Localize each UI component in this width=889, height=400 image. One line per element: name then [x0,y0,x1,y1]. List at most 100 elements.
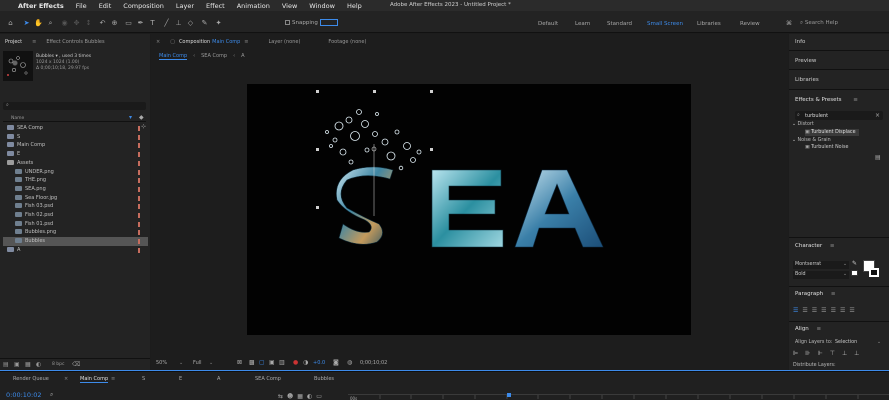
playhead[interactable] [507,393,511,397]
show-channel-icon[interactable]: ◍ [347,359,352,366]
fast-previews-icon[interactable]: ⊠ [237,359,242,366]
tab-layer[interactable]: Layer (none) [269,39,301,45]
zoom-dropdown[interactable]: 50% [156,360,167,366]
workspace-small-screen[interactable]: Small Screen [647,21,683,27]
workspace-standard[interactable]: Standard [607,21,632,27]
effect-group-distort[interactable]: ⌄ Distort [792,122,814,127]
roto-tool-icon[interactable]: ✎ [200,19,209,27]
menu-animation[interactable]: Animation [237,2,270,10]
preview-panel-header[interactable]: Preview [795,58,816,64]
tab-sea-comp[interactable]: SEA Comp [255,376,281,382]
align-vertical-centers-icon[interactable]: ⊥ [842,350,847,357]
info-panel-header[interactable]: Info [795,39,805,45]
frame-blending-icon[interactable]: ▦ [297,393,303,400]
trash-icon[interactable]: ⌫ [72,361,80,368]
stamp-tool-icon[interactable]: ⊥ [174,19,183,27]
align-center-icon[interactable]: ☰ [802,307,807,314]
character-panel-header[interactable]: Character ≡ [795,243,835,249]
snap-options-icon[interactable] [320,19,338,26]
column-name[interactable]: Name [11,116,24,121]
puppet-tool-icon[interactable]: ✦ [214,19,223,27]
tab-footage[interactable]: Footage (none) [328,39,366,45]
align-horizontal-centers-icon[interactable]: ⊪ [805,350,810,357]
label-color-swatch[interactable] [138,143,140,149]
label-color-swatch[interactable] [138,230,140,236]
label-color-swatch[interactable] [138,221,140,227]
label-color-swatch[interactable] [138,126,140,131]
tab-bubbles[interactable]: Bubbles [314,376,334,382]
align-left-icon[interactable]: ☰ [793,307,798,314]
tab-composition[interactable]: Composition [179,39,210,45]
menu-help[interactable]: Help [347,2,362,10]
paragraph-panel-menu-icon[interactable]: ≡ [831,291,836,297]
font-family-dropdown[interactable]: Montserrat ⌄ [793,261,849,269]
project-item[interactable]: Sea Floor.jpg [3,194,148,203]
resolution-chevron-icon[interactable]: ⌄ [209,360,213,366]
align-panel-header[interactable]: Align ≡ [795,326,821,332]
clear-search-icon[interactable]: × [875,112,880,119]
tab-composition-name[interactable]: Main Comp [212,39,240,45]
menu-layer[interactable]: Layer [176,2,194,10]
justify-right-icon[interactable]: ☰ [840,307,845,314]
bpc-label[interactable]: 8 bpc [52,362,64,367]
rotate-tool-icon[interactable]: ↶ [98,19,107,27]
align-left-edges-icon[interactable]: ⊫ [793,350,798,357]
menu-after-effects[interactable]: After Effects [18,2,64,10]
label-color-swatch[interactable] [138,160,140,166]
orbit-tool-icon[interactable]: ◉ [60,19,69,27]
align-top-edges-icon[interactable]: ⊤ [830,350,835,357]
grid-guides-icon[interactable]: ▣ [269,359,275,366]
menu-composition[interactable]: Composition [123,2,164,10]
menu-edit[interactable]: Edit [99,2,112,10]
justify-all-icon[interactable]: ☰ [849,307,854,314]
align-layers-to-dropdown[interactable]: Selection ⌄ [835,339,883,346]
project-item[interactable]: Bubbles.png [3,228,148,237]
align-right-edges-icon[interactable]: ⊩ [817,350,822,357]
motion-blur-icon[interactable]: ◐ [307,393,312,400]
viewer-timecode[interactable]: 0;00;10;02 [360,360,387,366]
tab-main-comp[interactable]: Main Comp [80,376,109,383]
sort-icon[interactable]: ▾ [129,114,132,121]
color-management-icon[interactable]: ● [293,359,298,366]
effects-panel-menu-icon[interactable]: ≡ [853,97,858,103]
new-comp-icon[interactable]: ▦ [25,361,31,368]
justify-left-icon[interactable]: ☰ [821,307,826,314]
shy-layers-icon[interactable]: ☻ [287,393,293,400]
project-item[interactable]: SEA Comp [3,124,148,133]
lock-icon[interactable]: ▢ [170,39,175,45]
project-item[interactable]: E [3,150,148,159]
current-time-display[interactable]: 0:00:10:02 [6,391,42,399]
project-item[interactable]: Assets [3,159,148,168]
tab-render-queue[interactable]: Render Queue [13,376,49,382]
workspace-review[interactable]: Review [740,21,760,27]
effect-turbulent-noise[interactable]: ▣ Turbulent Noise [805,145,848,150]
label-color-swatch[interactable] [138,178,140,184]
mask-visibility-icon[interactable]: ▥ [279,359,285,366]
project-item[interactable]: A [3,246,148,255]
graph-editor-icon[interactable]: ▭ [316,393,322,400]
project-search-input[interactable]: ⌕ [3,102,146,110]
label-color-swatch[interactable] [138,247,140,253]
label-color-swatch[interactable] [138,195,140,201]
breadcrumb-main-comp[interactable]: Main Comp [159,53,188,60]
effect-turbulent-displace[interactable]: ▣ Turbulent Displace [805,129,859,136]
align-right-icon[interactable]: ☰ [812,307,817,314]
paragraph-panel-header[interactable]: Paragraph ≡ [795,291,836,297]
new-preset-icon[interactable]: ▤ [875,154,881,161]
transparency-grid-icon[interactable]: ▩ [249,359,255,366]
justify-center-icon[interactable]: ☰ [831,307,836,314]
layer-bounding-handles[interactable] [316,90,433,209]
menu-file[interactable]: File [76,2,87,10]
exposure-icon[interactable]: ◑ [303,359,308,366]
pan-tool-icon[interactable]: ✥ [72,19,81,27]
project-item[interactable]: S [3,133,148,142]
workspace-learn[interactable]: Learn [575,21,590,27]
effects-presets-panel-header[interactable]: Effects & Presets ≡ [795,97,858,103]
timeline-panel-menu-icon[interactable]: ≡ [111,376,115,382]
workspace-default[interactable]: Default [538,21,558,27]
resolution-dropdown[interactable]: Full [193,360,202,366]
mask-tool-icon[interactable]: ▭ [124,19,133,27]
project-item[interactable]: Bubbles [3,237,148,246]
label-color-swatch[interactable] [138,152,140,158]
composition-viewer-canvas[interactable] [247,84,691,335]
